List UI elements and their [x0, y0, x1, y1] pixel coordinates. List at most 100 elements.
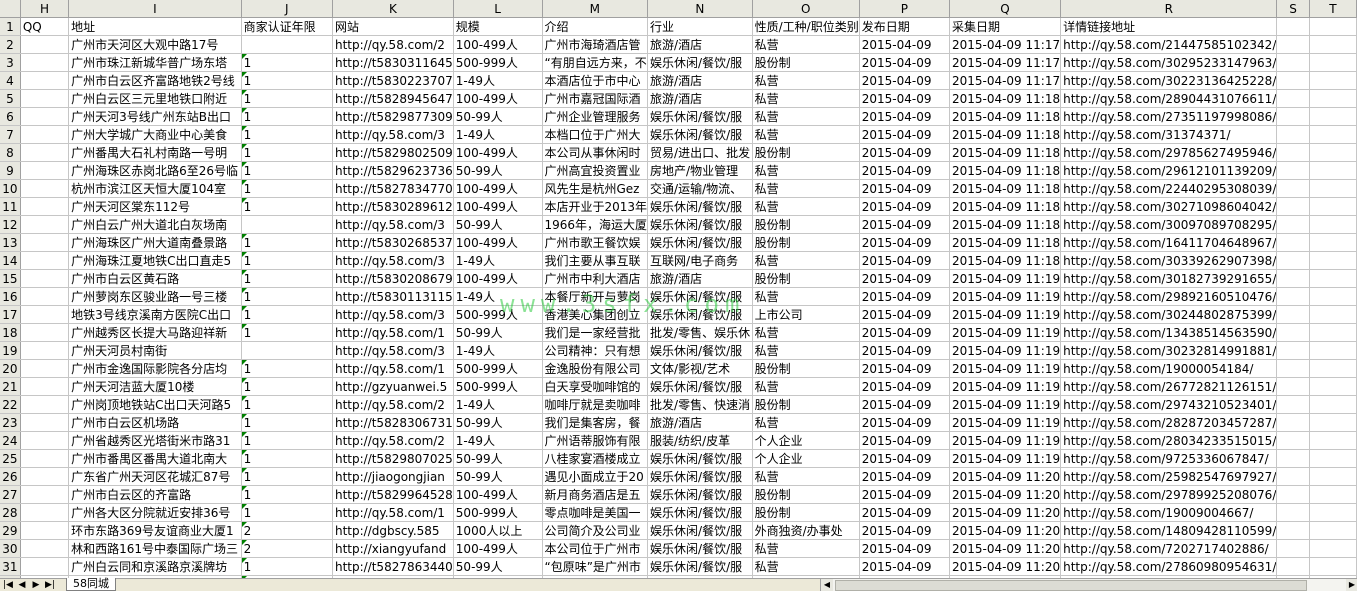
- cell[interactable]: 广州市中利大酒店: [542, 269, 649, 288]
- cell[interactable]: [1309, 35, 1357, 54]
- row-header[interactable]: 31: [0, 557, 21, 576]
- cell[interactable]: [20, 377, 70, 396]
- cell[interactable]: 1-49人: [453, 251, 543, 270]
- cell[interactable]: 2015-04-09 11:18: [949, 161, 1062, 180]
- cell[interactable]: 2015-04-09 11:18: [949, 251, 1062, 270]
- cell[interactable]: [1276, 467, 1310, 486]
- cell[interactable]: 2015-04-09 11:19: [949, 269, 1062, 288]
- cell[interactable]: 股份制: [752, 359, 860, 378]
- cell[interactable]: [1309, 251, 1357, 270]
- cell[interactable]: 2015-04-09: [859, 53, 950, 72]
- first-sheet-icon[interactable]: |◀: [2, 579, 14, 591]
- cell[interactable]: 2015-04-09 11:18: [949, 89, 1062, 108]
- cell[interactable]: 股份制: [752, 215, 860, 234]
- cell[interactable]: 1: [241, 143, 333, 162]
- column-header-i[interactable]: I: [68, 0, 242, 18]
- cell[interactable]: http://t5830223707: [332, 71, 454, 90]
- cell[interactable]: 2015-04-09 11:17: [949, 53, 1062, 72]
- cell[interactable]: 2015-04-09: [859, 503, 950, 522]
- cell[interactable]: http://qy.58.com/30097089708295/: [1060, 215, 1278, 234]
- cell[interactable]: 1: [241, 503, 333, 522]
- cell[interactable]: [1309, 215, 1357, 234]
- cell[interactable]: [20, 269, 70, 288]
- cell[interactable]: 2015-04-09: [859, 35, 950, 54]
- cell[interactable]: 50-99人: [453, 323, 543, 342]
- cell[interactable]: 1-49人: [453, 71, 543, 90]
- cell[interactable]: http://qy.58.com/29789925208076/: [1060, 485, 1278, 504]
- cell[interactable]: 100-499人: [453, 179, 543, 198]
- cell[interactable]: 广州白云同和京溪路京溪牌坊: [68, 557, 242, 576]
- cell[interactable]: [1309, 485, 1357, 504]
- cell[interactable]: 1-49人: [453, 341, 543, 360]
- cell[interactable]: 娱乐休闲/餐饮/服: [647, 521, 753, 540]
- cell[interactable]: 广州省越秀区光塔街米市路31: [68, 431, 242, 450]
- next-sheet-icon[interactable]: ▶: [30, 579, 42, 591]
- row-header[interactable]: 28: [0, 503, 21, 522]
- cell[interactable]: http://t5830268537: [332, 233, 454, 252]
- cell[interactable]: 广州高宜投资置业: [542, 161, 649, 180]
- cell[interactable]: 2015-04-09 11:17: [949, 71, 1062, 90]
- cell[interactable]: [1276, 89, 1310, 108]
- cell[interactable]: http://qy.58.com/30339262907398/: [1060, 251, 1278, 270]
- cell[interactable]: [1276, 233, 1310, 252]
- cell[interactable]: 2015-04-09: [859, 197, 950, 216]
- cell[interactable]: http://qy.58.com/2: [332, 35, 454, 54]
- cell[interactable]: 广州市天河区大观中路17号: [68, 35, 242, 54]
- cell[interactable]: http://qy.58.com/25982547697927/: [1060, 467, 1278, 486]
- cell[interactable]: 广州天河员村南街: [68, 341, 242, 360]
- cell[interactable]: 娱乐休闲/餐饮/服: [647, 215, 753, 234]
- cell[interactable]: http://qy.58.com/3: [332, 251, 454, 270]
- cell[interactable]: 股份制: [752, 143, 860, 162]
- cell[interactable]: http://t5829807025: [332, 449, 454, 468]
- cell[interactable]: http://qy.58.com/9725336067847/: [1060, 449, 1278, 468]
- cell[interactable]: 娱乐休闲/餐饮/服: [647, 485, 753, 504]
- cell[interactable]: 旅游/酒店: [647, 89, 753, 108]
- cell[interactable]: [241, 215, 333, 234]
- cell[interactable]: [1309, 71, 1357, 90]
- cell[interactable]: http://qy.58.com/13438514563590/: [1060, 323, 1278, 342]
- cell[interactable]: 外商独资/办事处: [752, 521, 860, 540]
- cell[interactable]: http://qy.58.com/29743210523401/: [1060, 395, 1278, 414]
- cell[interactable]: 2015-04-09: [859, 107, 950, 126]
- cell[interactable]: 100-499人: [453, 485, 543, 504]
- cell[interactable]: 2015-04-09 11:20: [949, 557, 1062, 576]
- cell[interactable]: 娱乐休闲/餐饮/服: [647, 467, 753, 486]
- cell[interactable]: 广州市白云区机场路: [68, 413, 242, 432]
- header-cell[interactable]: 性质/工种/职位类别: [752, 17, 860, 36]
- cell[interactable]: 娱乐休闲/餐饮/服: [647, 53, 753, 72]
- row-header[interactable]: 20: [0, 359, 21, 378]
- cell[interactable]: [1309, 89, 1357, 108]
- cell[interactable]: 上市公司: [752, 305, 860, 324]
- cell[interactable]: 金逸股份有限公司: [542, 359, 649, 378]
- column-header-r[interactable]: R: [1060, 0, 1278, 18]
- cell[interactable]: 500-999人: [453, 305, 543, 324]
- column-header-l[interactable]: L: [453, 0, 543, 18]
- cell[interactable]: 私营: [752, 161, 860, 180]
- cell[interactable]: 股份制: [752, 503, 860, 522]
- cell[interactable]: 500-999人: [453, 503, 543, 522]
- cell[interactable]: 互联网/电子商务: [647, 251, 753, 270]
- row-header[interactable]: 4: [0, 71, 21, 90]
- cell[interactable]: [1309, 269, 1357, 288]
- cell[interactable]: 本酒店位于市中心: [542, 71, 649, 90]
- cell[interactable]: [1309, 179, 1357, 198]
- cell[interactable]: 遇见小面成立于20: [542, 467, 649, 486]
- cell[interactable]: 广州市嘉冠国际酒: [542, 89, 649, 108]
- cell[interactable]: 1: [241, 413, 333, 432]
- row-header[interactable]: 15: [0, 269, 21, 288]
- cell[interactable]: [1309, 143, 1357, 162]
- cell[interactable]: 1: [241, 287, 333, 306]
- row-header[interactable]: 19: [0, 341, 21, 360]
- row-header[interactable]: 23: [0, 413, 21, 432]
- cell[interactable]: http://jiaogongjian: [332, 467, 454, 486]
- cell[interactable]: 1: [241, 179, 333, 198]
- cell[interactable]: 本公司从事休闲时: [542, 143, 649, 162]
- cell[interactable]: [1309, 287, 1357, 306]
- cell[interactable]: 娱乐休闲/餐饮/服: [647, 125, 753, 144]
- cell[interactable]: http://qy.58.com/3: [332, 125, 454, 144]
- cell[interactable]: [1309, 53, 1357, 72]
- cell[interactable]: 广州市金逸国际影院各分店均: [68, 359, 242, 378]
- cell[interactable]: “有朋自远方来，不: [542, 53, 649, 72]
- cell[interactable]: 2015-04-09 11:18: [949, 107, 1062, 126]
- cell[interactable]: [20, 53, 70, 72]
